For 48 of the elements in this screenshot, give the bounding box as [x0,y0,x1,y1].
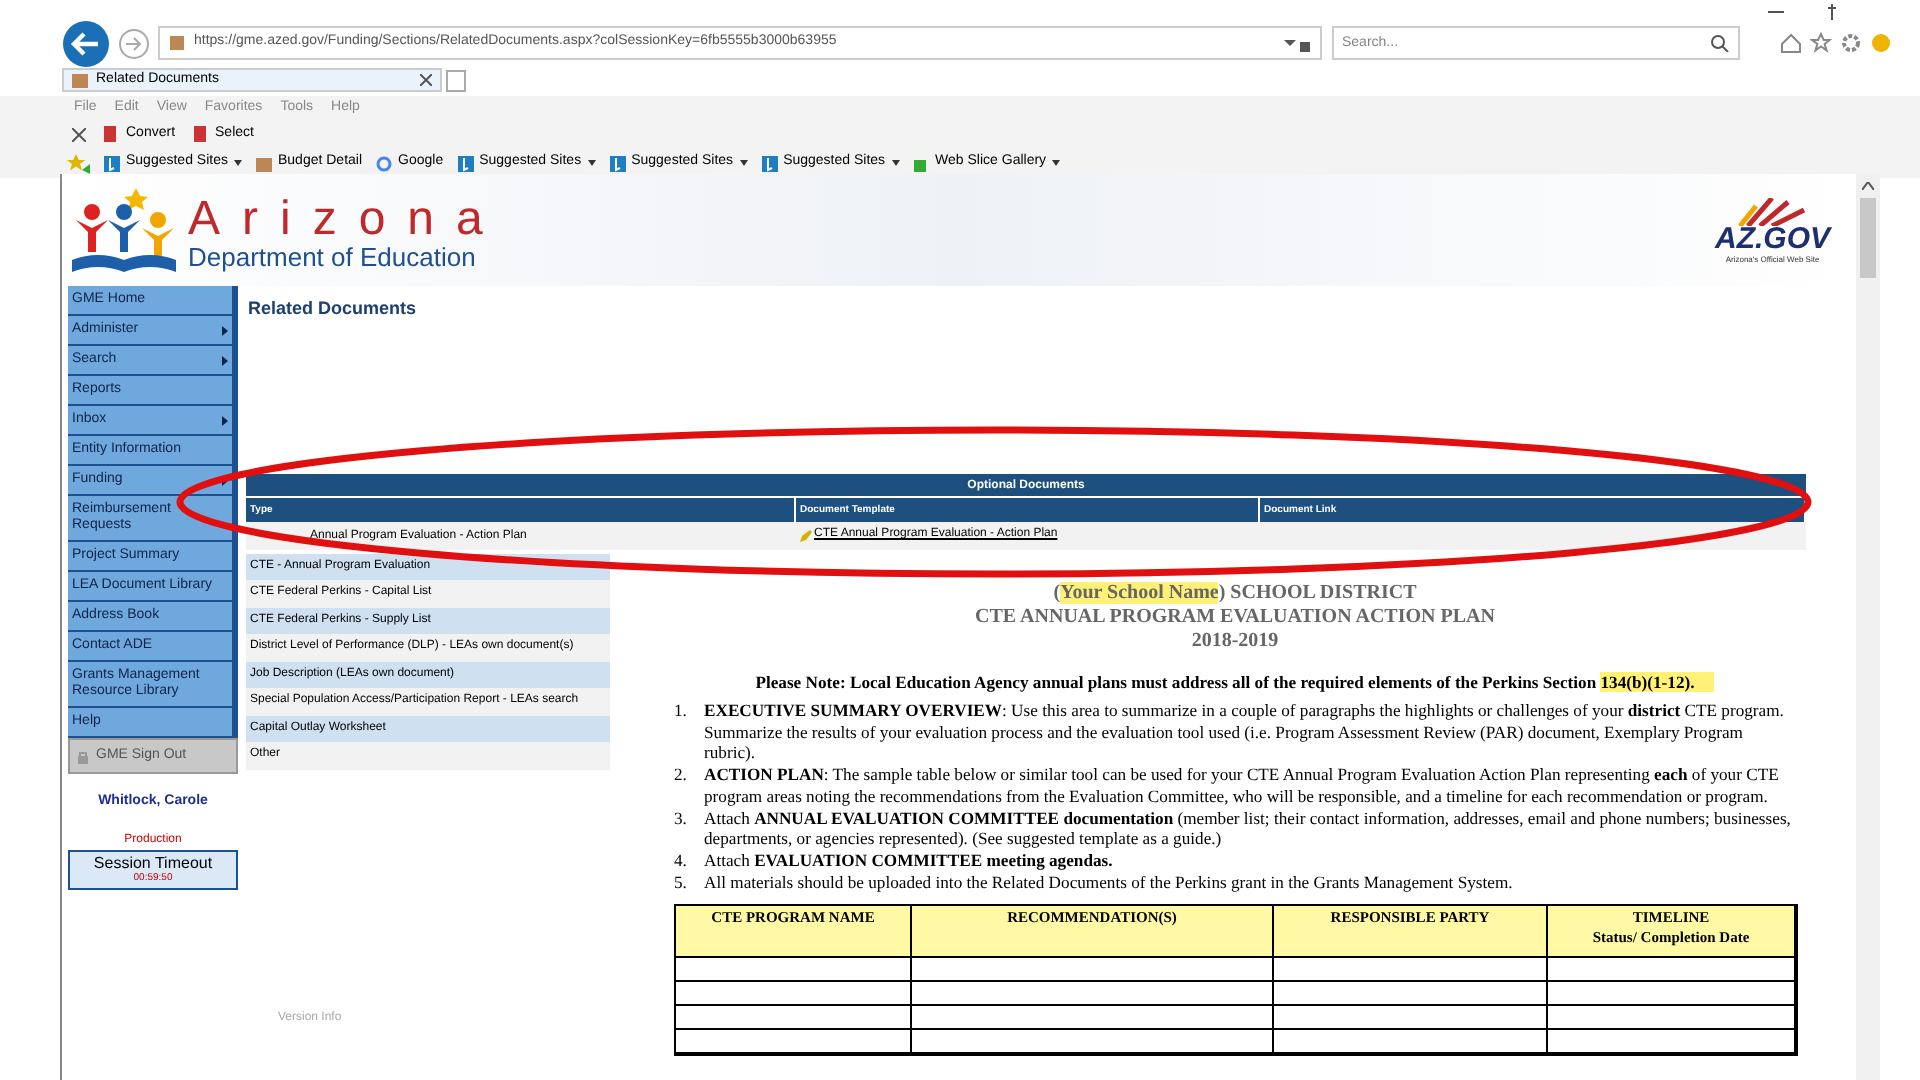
list-item-text: ACTION PLAN: The sample table below or similar tool can be used for your CTE Annual Program Evaluation Action Plan representing each of your CTE program areas noting the recommendations from the Evaluation Committee, who will be responsible, and a timeline for each recommendation or program. [704,764,1781,808]
document-heading: 2018-2019 [1189,630,1281,654]
children-figures-logo-icon [68,184,180,276]
favorites-star-icon[interactable] [66,153,90,173]
b-tile-icon [104,155,120,171]
gov-logo-text: AZ.GOV [1715,225,1831,253]
page-icon [255,155,272,171]
logo-wordmark: Arizona [188,196,505,244]
home-icon[interactable] [1780,32,1802,54]
star-icon[interactable] [1810,32,1832,54]
close-icon[interactable] [420,74,432,86]
list-item-text: All materials should be uploaded into the Related Documents of the Perkins grant in the Grants Management System. [704,871,1513,893]
document-heading: CTE ANNUAL PROGRAM EVALUATION ACTION PLAN [973,606,1497,630]
logo-subtitle: Department of Education [188,244,478,272]
list-number: 4. [674,849,689,872]
back-button[interactable] [62,19,110,67]
page-icon [72,72,88,88]
list-item-text: EXECUTIVE SUMMARY OVERVIEW: Use this area to summarize in a couple of paragraphs the highlights or challenges of your district CTE program. Summarize the results of your evaluation process and the evaluation tool used (i.e. Program Assessment Review (PAR) document, Exemplary Program rubric). [704,700,1786,765]
page-title: Related Documents [248,296,419,322]
search-icon[interactable] [1710,34,1734,52]
caret-icon[interactable] [587,160,596,166]
scrollbar[interactable] [1856,174,1880,1080]
document-note: Please Note: Local Education Agency annual plans must address all of the required elements of the Perkins Section 134(b)(1-12). [674,670,1796,694]
scrollbar-thumb[interactable] [1860,198,1876,278]
caret-icon[interactable] [739,160,748,166]
close-icon[interactable] [72,127,86,141]
list-number: 3. [674,807,689,832]
pencil-icon [800,529,812,541]
slice-icon [913,155,930,171]
list-number: 5. [674,871,689,893]
list-item-text: Attach EVALUATION COMMITTEE meeting agendas. [704,849,1113,872]
list-item-text: Attach ANNUAL EVALUATION COMMITTEE documentation (member list; their contact information, addresses, email and phone numbers; businesses, departments, or agencies represented). (See suggested template as a guide.) [704,807,1793,850]
b-tile-icon [609,155,626,171]
caret-icon[interactable] [233,160,242,166]
b-tile-icon [761,155,778,171]
document-icon [102,126,118,142]
g-letter-icon [376,155,393,171]
caret-icon[interactable] [1052,160,1061,166]
document-heading: (Your School Name) SCHOOL DISTRICT [1051,582,1419,606]
list-number: 2. [674,764,689,789]
caret-up-icon [1862,182,1874,190]
b-tile-icon [457,155,474,171]
session-timeout-label: Session Timeout [93,853,213,871]
list-number: 1. [674,700,689,724]
caret-icon[interactable] [891,160,900,166]
document-icon [191,126,208,142]
settings-icon[interactable] [1840,32,1862,54]
page-icon [168,34,186,52]
